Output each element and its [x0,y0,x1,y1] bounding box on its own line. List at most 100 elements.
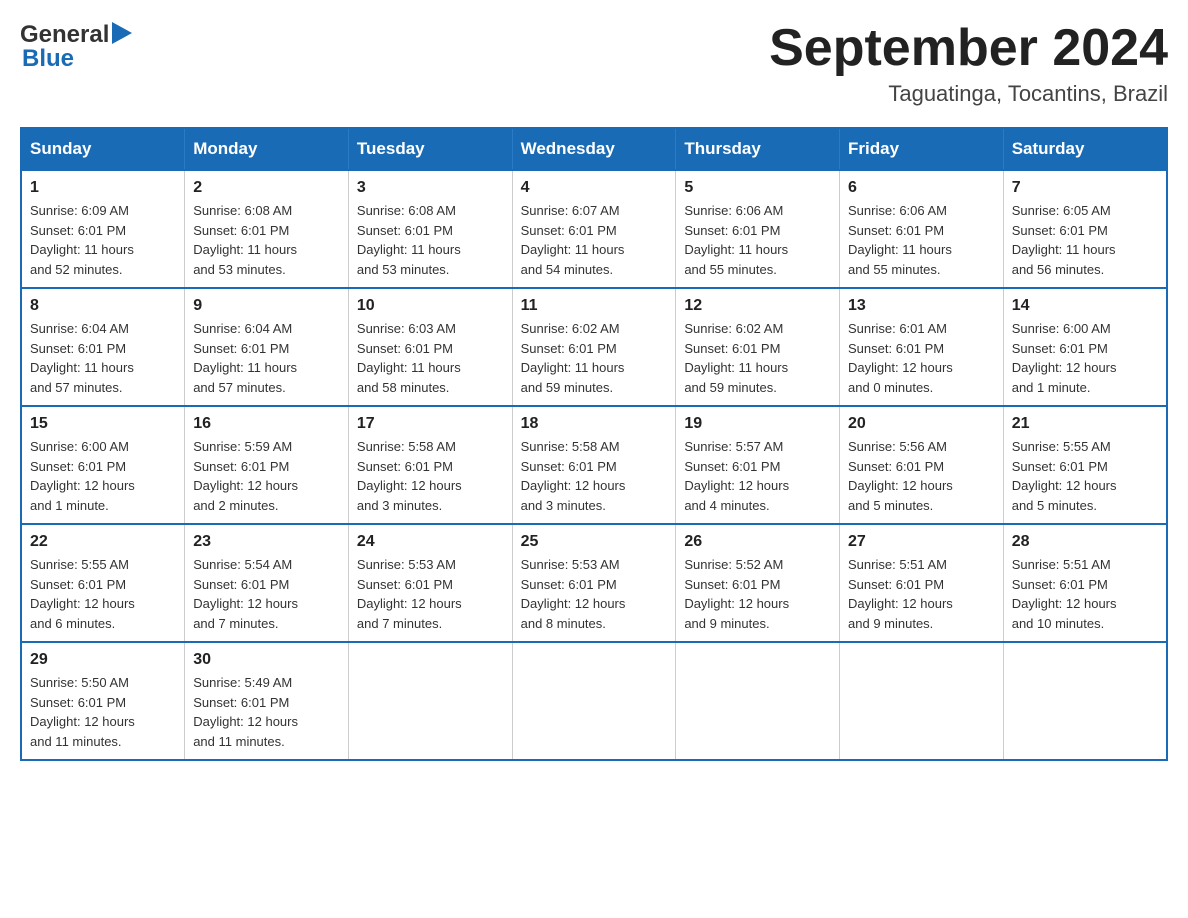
day-info: Sunrise: 6:06 AM Sunset: 6:01 PM Dayligh… [684,201,831,279]
page-header: General Blue September 2024 Taguatinga, … [20,20,1168,107]
day-cell: 16 Sunrise: 5:59 AM Sunset: 6:01 PM Dayli… [185,406,349,524]
day-number: 5 [684,179,831,197]
day-number: 19 [684,415,831,433]
calendar-body: 1 Sunrise: 6:09 AM Sunset: 6:01 PM Daylig… [21,170,1167,760]
day-number: 18 [521,415,668,433]
day-cell: 17 Sunrise: 5:58 AM Sunset: 6:01 PM Dayli… [348,406,512,524]
day-cell: 28 Sunrise: 5:51 AM Sunset: 6:01 PM Dayli… [1003,524,1167,642]
day-info: Sunrise: 5:52 AM Sunset: 6:01 PM Dayligh… [684,555,831,633]
day-cell: 7 Sunrise: 6:05 AM Sunset: 6:01 PM Daylig… [1003,170,1167,288]
day-info: Sunrise: 5:55 AM Sunset: 6:01 PM Dayligh… [30,555,176,633]
week-row-5: 29Sunrise: 5:50 AM Sunset: 6:01 PM Dayli… [21,642,1167,760]
calendar-title: September 2024 [769,20,1168,77]
day-number: 11 [521,297,668,315]
day-number: 22 [30,533,176,551]
day-number: 30 [193,651,340,669]
day-number: 21 [1012,415,1158,433]
logo-triangle-icon [112,22,132,44]
week-row-2: 8 Sunrise: 6:04 AM Sunset: 6:01 PM Daylig… [21,288,1167,406]
day-number: 14 [1012,297,1158,315]
day-cell: 11 Sunrise: 6:02 AM Sunset: 6:01 PM Dayli… [512,288,676,406]
day-cell: 3 Sunrise: 6:08 AM Sunset: 6:01 PM Daylig… [348,170,512,288]
day-cell: 14 Sunrise: 6:00 AM Sunset: 6:01 PM Dayli… [1003,288,1167,406]
day-cell: 6 Sunrise: 6:06 AM Sunset: 6:01 PM Daylig… [840,170,1004,288]
day-number: 15 [30,415,176,433]
day-cell: 2Sunrise: 6:08 AM Sunset: 6:01 PM Daylig… [185,170,349,288]
header-wednesday: Wednesday [512,128,676,170]
day-info: Sunrise: 6:04 AM Sunset: 6:01 PM Dayligh… [30,319,176,397]
logo-blue-text: Blue [20,45,132,73]
day-cell [840,642,1004,760]
day-info: Sunrise: 5:55 AM Sunset: 6:01 PM Dayligh… [1012,437,1158,515]
day-number: 3 [357,179,504,197]
day-info: Sunrise: 6:02 AM Sunset: 6:01 PM Dayligh… [521,319,668,397]
day-number: 20 [848,415,995,433]
calendar-subtitle: Taguatinga, Tocantins, Brazil [769,81,1168,107]
day-info: Sunrise: 5:56 AM Sunset: 6:01 PM Dayligh… [848,437,995,515]
day-number: 13 [848,297,995,315]
day-cell: 4 Sunrise: 6:07 AM Sunset: 6:01 PM Daylig… [512,170,676,288]
header-sunday: Sunday [21,128,185,170]
day-number: 17 [357,415,504,433]
day-info: Sunrise: 6:00 AM Sunset: 6:01 PM Dayligh… [1012,319,1158,397]
day-cell: 8 Sunrise: 6:04 AM Sunset: 6:01 PM Daylig… [21,288,185,406]
header-friday: Friday [840,128,1004,170]
day-info: Sunrise: 5:57 AM Sunset: 6:01 PM Dayligh… [684,437,831,515]
day-info: Sunrise: 5:54 AM Sunset: 6:01 PM Dayligh… [193,555,340,633]
day-number: 1 [30,179,176,197]
day-cell: 13 Sunrise: 6:01 AM Sunset: 6:01 PM Dayli… [840,288,1004,406]
day-info: Sunrise: 6:09 AM Sunset: 6:01 PM Dayligh… [30,201,176,279]
day-number: 29 [30,651,176,669]
header-thursday: Thursday [676,128,840,170]
day-cell [348,642,512,760]
day-info: Sunrise: 6:08 AM Sunset: 6:01 PM Dayligh… [357,201,504,279]
day-cell: 1 Sunrise: 6:09 AM Sunset: 6:01 PM Daylig… [21,170,185,288]
day-cell: 20 Sunrise: 5:56 AM Sunset: 6:01 PM Dayli… [840,406,1004,524]
day-cell: 10Sunrise: 6:03 AM Sunset: 6:01 PM Dayli… [348,288,512,406]
day-info: Sunrise: 6:05 AM Sunset: 6:01 PM Dayligh… [1012,201,1158,279]
day-info: Sunrise: 6:08 AM Sunset: 6:01 PM Dayligh… [193,201,340,279]
day-cell: 5 Sunrise: 6:06 AM Sunset: 6:01 PM Daylig… [676,170,840,288]
day-number: 28 [1012,533,1158,551]
day-info: Sunrise: 6:06 AM Sunset: 6:01 PM Dayligh… [848,201,995,279]
day-number: 8 [30,297,176,315]
logo: General Blue [20,20,132,73]
day-info: Sunrise: 5:53 AM Sunset: 6:01 PM Dayligh… [521,555,668,633]
day-info: Sunrise: 5:51 AM Sunset: 6:01 PM Dayligh… [848,555,995,633]
day-info: Sunrise: 5:59 AM Sunset: 6:01 PM Dayligh… [193,437,340,515]
day-info: Sunrise: 5:58 AM Sunset: 6:01 PM Dayligh… [357,437,504,515]
day-info: Sunrise: 6:01 AM Sunset: 6:01 PM Dayligh… [848,319,995,397]
day-info: Sunrise: 6:04 AM Sunset: 6:01 PM Dayligh… [193,319,340,397]
day-cell [676,642,840,760]
day-cell [1003,642,1167,760]
day-number: 9 [193,297,340,315]
header-monday: Monday [185,128,349,170]
day-info: Sunrise: 6:02 AM Sunset: 6:01 PM Dayligh… [684,319,831,397]
calendar-header-row: SundayMondayTuesdayWednesdayThursdayFrid… [21,128,1167,170]
day-cell: 24 Sunrise: 5:53 AM Sunset: 6:01 PM Dayli… [348,524,512,642]
day-number: 16 [193,415,340,433]
day-info: Sunrise: 5:58 AM Sunset: 6:01 PM Dayligh… [521,437,668,515]
day-info: Sunrise: 5:51 AM Sunset: 6:01 PM Dayligh… [1012,555,1158,633]
day-number: 23 [193,533,340,551]
day-number: 24 [357,533,504,551]
day-info: Sunrise: 5:53 AM Sunset: 6:01 PM Dayligh… [357,555,504,633]
day-cell: 9 Sunrise: 6:04 AM Sunset: 6:01 PM Daylig… [185,288,349,406]
week-row-1: 1 Sunrise: 6:09 AM Sunset: 6:01 PM Daylig… [21,170,1167,288]
title-block: September 2024 Taguatinga, Tocantins, Br… [769,20,1168,107]
day-number: 7 [1012,179,1158,197]
day-cell: 25 Sunrise: 5:53 AM Sunset: 6:01 PM Dayli… [512,524,676,642]
week-row-3: 15 Sunrise: 6:00 AM Sunset: 6:01 PM Dayli… [21,406,1167,524]
day-info: Sunrise: 6:07 AM Sunset: 6:01 PM Dayligh… [521,201,668,279]
day-number: 27 [848,533,995,551]
day-info: Sunrise: 5:49 AM Sunset: 6:01 PM Dayligh… [193,673,340,751]
day-info: Sunrise: 6:00 AM Sunset: 6:01 PM Dayligh… [30,437,176,515]
day-cell: 26Sunrise: 5:52 AM Sunset: 6:01 PM Dayli… [676,524,840,642]
day-cell: 29Sunrise: 5:50 AM Sunset: 6:01 PM Dayli… [21,642,185,760]
day-number: 6 [848,179,995,197]
day-number: 25 [521,533,668,551]
day-number: 4 [521,179,668,197]
week-row-4: 22 Sunrise: 5:55 AM Sunset: 6:01 PM Dayli… [21,524,1167,642]
day-cell: 15 Sunrise: 6:00 AM Sunset: 6:01 PM Dayli… [21,406,185,524]
day-cell: 23 Sunrise: 5:54 AM Sunset: 6:01 PM Dayli… [185,524,349,642]
